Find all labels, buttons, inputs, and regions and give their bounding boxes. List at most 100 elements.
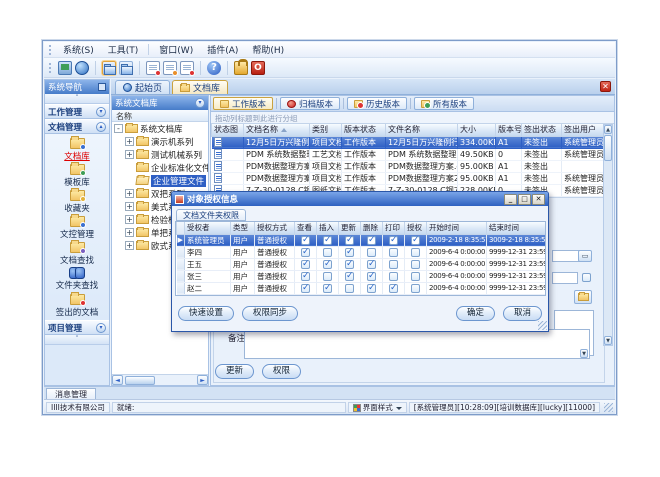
maximize-icon[interactable]: □ [518, 194, 531, 205]
scroll-thumb[interactable] [604, 135, 612, 161]
detail-field[interactable] [552, 272, 578, 284]
section-project-management[interactable]: 项目管理 ▾ [45, 320, 109, 335]
dialog-tab-folder-permissions[interactable]: 文档文件夹权限 [176, 209, 246, 221]
column-header[interactable]: 开始时间 [427, 222, 487, 234]
tab-archived-version[interactable]: 归档版本 [280, 97, 340, 110]
permission-sync-button[interactable]: 权限同步 [242, 306, 298, 321]
exit-icon[interactable] [251, 61, 265, 75]
perm-delete-checkbox[interactable] [367, 236, 376, 245]
tab-working-version[interactable]: 工作版本 [213, 97, 273, 110]
table-row[interactable]: PDM 系统数据整理检...工艺文档工作版本 PDM 系统数据整理...49.5… [212, 148, 606, 160]
perm-insert-checkbox[interactable] [323, 260, 332, 269]
row-selector[interactable] [177, 258, 185, 270]
table-row[interactable]: PDM数据整理方案.doc项目文档工作版本 PDM数据整理方案.doc95.00… [212, 160, 606, 172]
perm-grant-checkbox[interactable] [411, 248, 420, 257]
perm-update-checkbox[interactable] [345, 272, 354, 281]
tree-column-header[interactable]: 名称 [112, 110, 208, 122]
sidebar-item-doc-control[interactable]: 文控管理 [45, 215, 109, 241]
drag-grip[interactable] [49, 45, 52, 55]
row-selector[interactable] [177, 282, 185, 294]
perm-view-checkbox[interactable] [301, 272, 310, 281]
folder-view-icon[interactable] [119, 61, 133, 75]
chevron-down-icon[interactable]: ▾ [96, 323, 106, 333]
column-header[interactable]: 受权者 [185, 222, 231, 234]
permission-row[interactable]: 王五用户普通授权 2009-6-4 0:00:009999-12-31 23:5… [177, 258, 546, 270]
perm-view-checkbox[interactable] [301, 236, 310, 245]
scroll-right-icon[interactable]: ► [197, 375, 208, 385]
expand-icon[interactable] [125, 150, 134, 159]
drag-grip[interactable] [49, 63, 52, 73]
detail-checkbox[interactable] [582, 273, 591, 282]
permission-row[interactable]: 李四用户普通授权 2009-6-4 0:00:009999-12-31 23:5… [177, 246, 546, 258]
doc-add-icon[interactable] [146, 61, 160, 75]
globe-icon[interactable] [75, 61, 89, 75]
column-header[interactable]: 授权方式 [255, 222, 295, 234]
tab-history-version[interactable]: 历史版本 [347, 97, 407, 110]
section-document-management[interactable]: 文档管理 ▴ [45, 119, 109, 134]
row-selector[interactable] [177, 246, 185, 258]
perm-grant-checkbox[interactable] [411, 260, 420, 269]
tree-node[interactable]: 测试机械系列 [112, 148, 208, 161]
column-header[interactable]: 插入 [317, 222, 339, 234]
permission-row-selected[interactable]: ▶ 系统管理员用户普通授权 2009-2-18 8:35:573009-2-18… [177, 234, 546, 246]
tree-node[interactable]: 企业标准化文件 [112, 161, 208, 174]
perm-grant-checkbox[interactable] [411, 272, 420, 281]
column-header[interactable]: 签出状态 [522, 124, 562, 136]
expand-icon[interactable] [125, 241, 134, 250]
minimize-icon[interactable]: _ [504, 194, 517, 205]
column-header[interactable]: 签出用户 [562, 124, 606, 136]
perm-view-checkbox[interactable] [301, 260, 310, 269]
tree-node[interactable]: 演示机系列 [112, 135, 208, 148]
nav-scroll-down[interactable]: ˅ [45, 335, 109, 345]
perm-print-checkbox[interactable] [389, 248, 398, 257]
close-tab-icon[interactable]: ✕ [600, 81, 611, 92]
perm-update-checkbox[interactable] [345, 284, 354, 293]
perm-delete-checkbox[interactable] [367, 272, 376, 281]
lock-icon[interactable] [234, 61, 248, 75]
resize-grip[interactable] [538, 321, 547, 330]
tab-start-page[interactable]: 起始页 [115, 80, 170, 94]
dialog-titlebar[interactable]: 对象授权信息 _ □ ✕ [172, 192, 548, 206]
nav-scroll-up[interactable]: ˄ [45, 94, 109, 104]
perm-update-checkbox[interactable] [345, 260, 354, 269]
expand-icon[interactable] [125, 189, 134, 198]
expand-icon[interactable] [125, 228, 134, 237]
perm-delete-checkbox[interactable] [367, 284, 376, 293]
sidebar-item-template-library[interactable]: 模板库 [45, 163, 109, 189]
scroll-up-icon[interactable]: ▲ [604, 125, 612, 134]
system-monitor-icon[interactable] [58, 61, 72, 75]
perm-insert-checkbox[interactable] [323, 236, 332, 245]
tree-options-icon[interactable]: ▾ [195, 98, 205, 108]
pin-icon[interactable] [98, 83, 106, 91]
resize-grip[interactable] [604, 403, 613, 412]
horizontal-scrollbar[interactable]: ◄ ► [112, 374, 208, 385]
chevron-down-icon[interactable]: ▾ [96, 107, 106, 117]
row-selector[interactable]: ▶ [177, 234, 185, 246]
tab-all-versions[interactable]: 所有版本 [414, 97, 474, 110]
tree-node-selected[interactable]: 企业管理文件 [112, 174, 208, 187]
column-header[interactable]: 类别 [310, 124, 342, 136]
permission-button[interactable]: 权限 [262, 364, 301, 379]
table-row-selected[interactable]: 12月5日万兴隆例行...项目文档工作版本 12月5日万兴隆例行...334.0… [212, 136, 606, 148]
update-button[interactable]: 更新 [215, 364, 254, 379]
menu-window[interactable]: 窗口(W) [153, 42, 199, 57]
perm-insert-checkbox[interactable] [323, 248, 332, 257]
group-by-bar[interactable]: 拖动列标题到此进行分组 [211, 112, 614, 124]
column-header[interactable]: 大小 [458, 124, 496, 136]
perm-print-checkbox[interactable] [389, 284, 398, 293]
expand-icon[interactable] [125, 202, 134, 211]
perm-delete-checkbox[interactable] [367, 248, 376, 257]
column-header[interactable]: 文件名称 [386, 124, 458, 136]
ok-button[interactable]: 确定 [456, 306, 495, 321]
perm-delete-checkbox[interactable] [367, 260, 376, 269]
cancel-button[interactable]: 取消 [503, 306, 542, 321]
column-header[interactable]: 授权 [405, 222, 427, 234]
column-header[interactable]: 状态图 [212, 124, 244, 136]
doc-remove-icon[interactable] [180, 61, 194, 75]
perm-print-checkbox[interactable] [389, 236, 398, 245]
section-work-management[interactable]: 工作管理 ▾ [45, 104, 109, 119]
remark-textarea[interactable] [244, 329, 590, 359]
table-row[interactable]: PDM数据整理方案2.doc项目文档工作版本 PDM数据整理方案2.doc95.… [212, 172, 606, 184]
column-header[interactable]: 更新 [339, 222, 361, 234]
row-selector[interactable] [177, 270, 185, 282]
